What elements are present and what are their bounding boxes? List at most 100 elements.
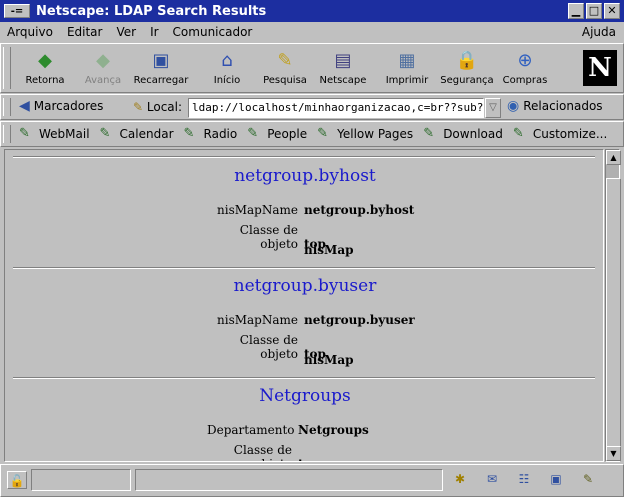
personal-item-calendar[interactable]: ✎ Calendar [99, 126, 174, 142]
entry-title: netgroup.byuser [233, 276, 377, 296]
security-button-label: Segurança [440, 75, 494, 86]
menu-comunicador[interactable]: Comunicador [166, 25, 260, 39]
url-input[interactable]: ldap://localhost/minhaorganizacao,c=br??… [188, 98, 484, 118]
shopping-icon: ⊕ [517, 50, 533, 71]
entry-row: Departamento Netgroups [207, 423, 369, 437]
entry-row: nisMap [213, 353, 354, 367]
page-proxy-icon[interactable]: ✎ [133, 100, 143, 114]
personal-item-label: WebMail [39, 127, 90, 141]
entry-row: nisMapName netgroup.byuser [213, 313, 415, 327]
reload-button[interactable]: ▣ Recarregar [131, 46, 191, 90]
scrollbar-thumb[interactable] [606, 178, 621, 448]
personal-toolbar: ✎ WebMail ✎ Calendar ✎ Radio ✎ People ✎ Yello… [0, 121, 624, 147]
personal-item-label: People [267, 127, 308, 141]
personal-item-label: Calendar [119, 127, 174, 141]
personal-grip[interactable] [3, 125, 11, 143]
entry-row: nisMapName netgroup.byhost [213, 203, 414, 217]
window-menu-icon[interactable]: -= [4, 4, 30, 18]
personal-item-radio[interactable]: ✎ Radio [184, 127, 238, 142]
navigator-icon[interactable]: ✱ [447, 469, 473, 491]
attribute-value: nisMap [304, 353, 354, 367]
netscape-button[interactable]: ▤ Netscape [313, 46, 373, 90]
scroll-down-button[interactable]: ▼ [606, 446, 621, 461]
personal-item-label: Customize... [532, 127, 608, 141]
vertical-scrollbar[interactable]: ▲ ▼ [605, 149, 621, 462]
toolbar-grip[interactable] [3, 47, 11, 89]
personal-item-customize[interactable]: ✎ Customize... [512, 126, 608, 142]
discussion-icon[interactable]: ☷ [511, 469, 537, 491]
netscape-logo[interactable]: N [583, 50, 617, 86]
status-bar: 🔓 ✱ ✉ ☷ ▣ ✎ [0, 464, 624, 497]
location-grip[interactable] [3, 98, 11, 116]
attribute-name: Classe de objeto [233, 443, 292, 461]
related-button[interactable]: ◉ Relacionados [507, 98, 603, 114]
location-label: ✎ Local: [133, 100, 182, 114]
home-icon: ⌂ [221, 50, 233, 71]
mail-icon[interactable]: ✉ [479, 469, 505, 491]
bookmark-pencil-icon: ✎ [247, 126, 259, 141]
bookmark-pencil-icon: ✎ [512, 126, 524, 141]
security-lock-icon[interactable]: 🔓 [7, 471, 27, 489]
location-toolbar: ◀ Marcadores ✎ Local: ldap://localhost/m… [0, 94, 624, 120]
menu-ir[interactable]: Ir [143, 25, 165, 39]
personal-item-label: Download [443, 127, 503, 141]
minimize-button[interactable]: ▁ [568, 3, 584, 19]
entry-title: Netgroups [259, 386, 351, 406]
search-icon: ✎ [277, 50, 293, 71]
url-dropdown-button[interactable]: ▽ [485, 98, 501, 118]
print-button-label: Imprimir [385, 75, 429, 86]
menu-ajuda[interactable]: Ajuda [582, 25, 616, 39]
attribute-value: top [298, 457, 320, 461]
menu-ver[interactable]: Ver [109, 25, 143, 39]
bookmarks-button[interactable]: ◀ Marcadores [19, 98, 103, 114]
menu-arquivo[interactable]: Arquivo [0, 25, 60, 39]
personal-item-people[interactable]: ✎ People [247, 126, 308, 142]
menu-editar[interactable]: Editar [60, 25, 110, 39]
home-button[interactable]: ⌂ Início [197, 46, 257, 90]
print-icon: ▦ [398, 50, 416, 71]
bookmarks-label: Marcadores [33, 99, 104, 113]
back-arrow-icon: ◆ [38, 50, 52, 71]
personal-item-label: Radio [203, 127, 238, 141]
maximize-button[interactable]: □ [586, 3, 602, 19]
shopping-button-label: Compras [502, 75, 548, 86]
home-button-label: Início [213, 75, 241, 86]
print-button[interactable]: ▦ Imprimir [377, 46, 437, 90]
address-book-icon[interactable]: ▣ [543, 469, 569, 491]
bookmark-pencil-icon: ✎ [99, 126, 111, 141]
personal-item-label: Yellow Pages [337, 127, 414, 141]
location-label-text: Local: [146, 100, 183, 114]
related-label: Relacionados [523, 99, 603, 113]
status-message-field [135, 469, 443, 491]
personal-item-download[interactable]: ✎ Download [423, 127, 503, 142]
divider [13, 156, 595, 158]
divider [13, 377, 595, 379]
composer-icon[interactable]: ✎ [575, 469, 601, 491]
security-lock-icon: 🔒 [455, 50, 479, 71]
forward-button[interactable]: ◆ Avança [73, 46, 133, 90]
forward-arrow-icon: ◆ [96, 50, 110, 71]
close-button[interactable]: ✕ [604, 3, 620, 19]
menu-bar: Arquivo Editar Ver Ir Comunicador Ajuda [0, 22, 624, 42]
personal-item-yellow-pages[interactable]: ✎ Yellow Pages [317, 126, 414, 142]
bookmark-pencil-icon: ✎ [317, 126, 329, 141]
search-button[interactable]: ✎ Pesquisa [255, 46, 315, 90]
personal-item-webmail[interactable]: ✎ WebMail [19, 127, 90, 142]
shopping-button[interactable]: ⊕ Compras [495, 46, 555, 90]
attribute-value: Netgroups [298, 423, 369, 437]
back-button-label: Retorna [25, 75, 65, 86]
attribute-value: nisMap [304, 243, 354, 257]
related-globe-icon: ◉ [507, 98, 520, 114]
search-button-label: Pesquisa [263, 75, 307, 86]
entry-row: Classe de objeto top [207, 443, 320, 461]
navigation-toolbar: ◆ Retorna ◆ Avança ▣ Recarregar ⌂ Início… [0, 43, 624, 93]
security-button[interactable]: 🔒 Segurança [437, 46, 497, 90]
entry-title: netgroup.byhost [234, 166, 376, 186]
title-bar[interactable]: -= Netscape: LDAP Search Results ▁ □ ✕ [0, 0, 624, 22]
entry-row: nisMap [213, 243, 354, 257]
back-button[interactable]: ◆ Retorna [15, 46, 75, 90]
component-bar: ✱ ✉ ☷ ▣ ✎ [447, 469, 601, 491]
scroll-up-button[interactable]: ▲ [606, 150, 621, 165]
attribute-value: netgroup.byhost [304, 203, 415, 217]
netscape-button-label: Netscape [319, 75, 367, 86]
